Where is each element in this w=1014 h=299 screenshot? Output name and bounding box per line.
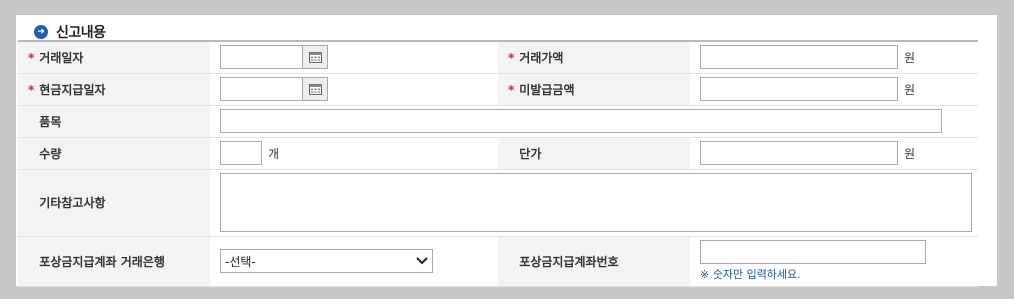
calendar-icon[interactable] bbox=[303, 77, 328, 101]
page-scrollbar[interactable] bbox=[997, 15, 1014, 299]
bank-select-value: -선택- bbox=[225, 254, 256, 269]
chevron-down-icon bbox=[416, 257, 428, 265]
unit-label: 원 bbox=[904, 146, 916, 161]
unpaid-amount-input[interactable] bbox=[700, 77, 898, 101]
numbers-only-hint: ※ 숫자만 입력하세요. bbox=[700, 268, 801, 281]
bank-label: *포상금지급계좌 거래은행 bbox=[18, 236, 210, 287]
trade-amount-input[interactable] bbox=[700, 45, 898, 70]
account-number-input[interactable] bbox=[700, 240, 926, 264]
required-mark: * bbox=[28, 82, 35, 97]
remarks-label: *기타참고사항 bbox=[18, 169, 210, 237]
required-mark: * bbox=[508, 50, 515, 65]
quantity-label: *수량 bbox=[18, 137, 210, 170]
trade-date-input[interactable] bbox=[220, 45, 303, 70]
bank-select[interactable]: -선택- bbox=[220, 249, 433, 273]
form-row: *기타참고사항 bbox=[18, 169, 978, 237]
section-title: 신고내용 bbox=[56, 25, 106, 41]
form-row: * 현금지급일자 * 미발급금액 원 bbox=[18, 73, 978, 106]
form-row: * 거래일자 * 거래가액 원 bbox=[18, 41, 978, 74]
trade-amount-label: * 거래가액 bbox=[498, 41, 690, 74]
remarks-textarea[interactable] bbox=[220, 173, 972, 232]
trade-date-label: * 거래일자 bbox=[18, 41, 210, 74]
report-form: * 거래일자 * 거래가액 원 * 현금지급일자 * 미발급금액 원 품목 수량… bbox=[18, 40, 978, 287]
unit-price-label: *단가 bbox=[498, 137, 690, 170]
form-row: *수량 개 *단가 원 bbox=[18, 137, 978, 170]
form-row: *품목 bbox=[18, 105, 978, 138]
cash-pay-date-label: * 현금지급일자 bbox=[18, 73, 210, 106]
quantity-input[interactable] bbox=[220, 141, 262, 165]
item-input[interactable] bbox=[220, 109, 942, 133]
unpaid-amount-label: * 미발급금액 bbox=[498, 73, 690, 106]
calendar-icon[interactable] bbox=[303, 45, 328, 70]
unit-price-input[interactable] bbox=[700, 141, 898, 165]
arrow-circle-icon: ➜ bbox=[34, 25, 48, 39]
account-number-label: *포상금지급계좌번호 bbox=[498, 236, 690, 287]
form-row: *포상금지급계좌 거래은행 -선택- *포상금지급계좌번호 ※ 숫자만 입력하세… bbox=[18, 236, 978, 287]
item-label: *품목 bbox=[18, 105, 210, 138]
required-mark: * bbox=[28, 50, 35, 65]
required-mark: * bbox=[508, 82, 515, 97]
unit-label: 원 bbox=[904, 82, 916, 97]
unit-label: 개 bbox=[268, 146, 280, 161]
unit-label: 원 bbox=[904, 50, 916, 65]
cash-pay-date-input[interactable] bbox=[220, 77, 303, 101]
